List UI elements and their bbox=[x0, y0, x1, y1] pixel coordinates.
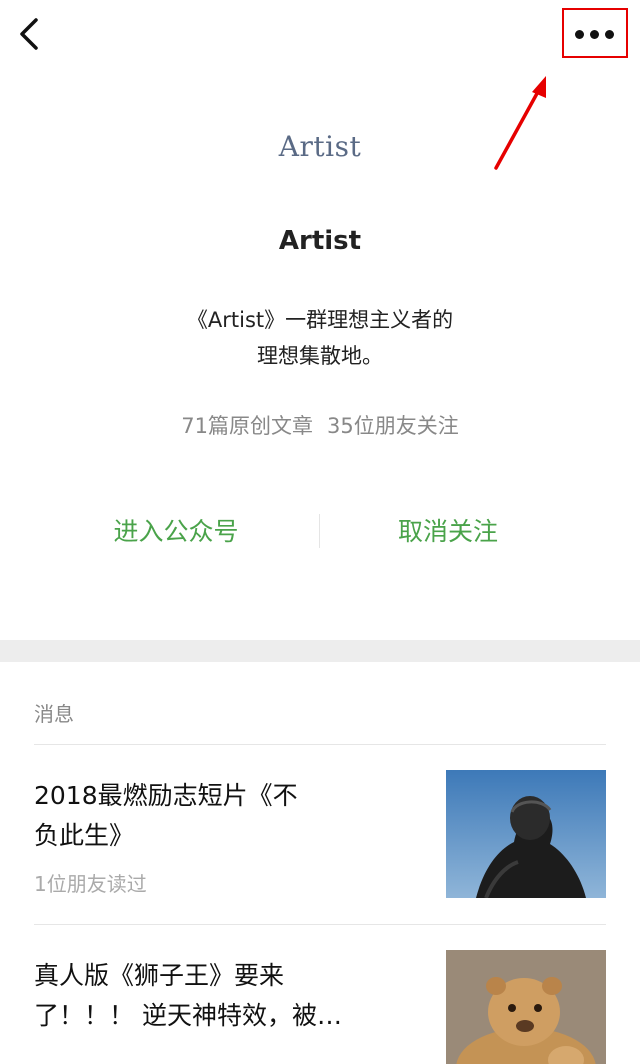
article-title-line: 负此生》 bbox=[34, 821, 135, 850]
friends-following-count: 35位朋友关注 bbox=[327, 414, 459, 438]
list-divider bbox=[34, 924, 606, 925]
official-account-profile-page: Artist Artist 《Artist》一群理想主义者的 理想集散地。 71… bbox=[0, 0, 640, 1064]
article-title: 2018最燃励志短片《不 负此生》 bbox=[34, 776, 364, 856]
article-title: 真人版《狮子王》要来 了！！！ 逆天神特效，被… bbox=[34, 956, 364, 1036]
article-title-line: 2018最燃励志短片《不 bbox=[34, 781, 298, 810]
article-title-line: 真人版《狮子王》要来 bbox=[34, 961, 285, 990]
annotation-highlight-box bbox=[562, 8, 628, 58]
article-title-line: 了！！！ 逆天神特效，被… bbox=[34, 1001, 342, 1030]
list-divider bbox=[34, 744, 606, 745]
enter-account-button[interactable]: 进入公众号 bbox=[46, 508, 306, 556]
description-line: 《Artist》一群理想主义者的 bbox=[186, 308, 454, 332]
section-separator bbox=[0, 640, 640, 662]
account-name: Artist bbox=[278, 226, 362, 256]
unfollow-button[interactable]: 取消关注 bbox=[318, 508, 578, 556]
articles-count: 71篇原创文章 bbox=[181, 414, 313, 438]
article-read-by-friends: 1位朋友读过 bbox=[34, 872, 147, 896]
chevron-left-icon bbox=[20, 18, 38, 50]
article-item[interactable]: 2018最燃励志短片《不 负此生》 1位朋友读过 bbox=[34, 746, 606, 924]
account-logo: Artist bbox=[278, 130, 362, 163]
back-button[interactable] bbox=[14, 14, 54, 58]
messages-section-title: 消息 bbox=[34, 702, 74, 726]
account-description: 《Artist》一群理想主义者的 理想集散地。 bbox=[100, 302, 540, 374]
article-item[interactable]: 真人版《狮子王》要来 了！！！ 逆天神特效，被… bbox=[34, 926, 606, 1064]
profile-actions: 进入公众号 取消关注 bbox=[0, 508, 640, 556]
article-thumbnail bbox=[446, 770, 606, 898]
article-thumbnail bbox=[446, 950, 606, 1064]
account-stats: 71篇原创文章 35位朋友关注 bbox=[0, 410, 640, 440]
description-line: 理想集散地。 bbox=[257, 344, 383, 368]
